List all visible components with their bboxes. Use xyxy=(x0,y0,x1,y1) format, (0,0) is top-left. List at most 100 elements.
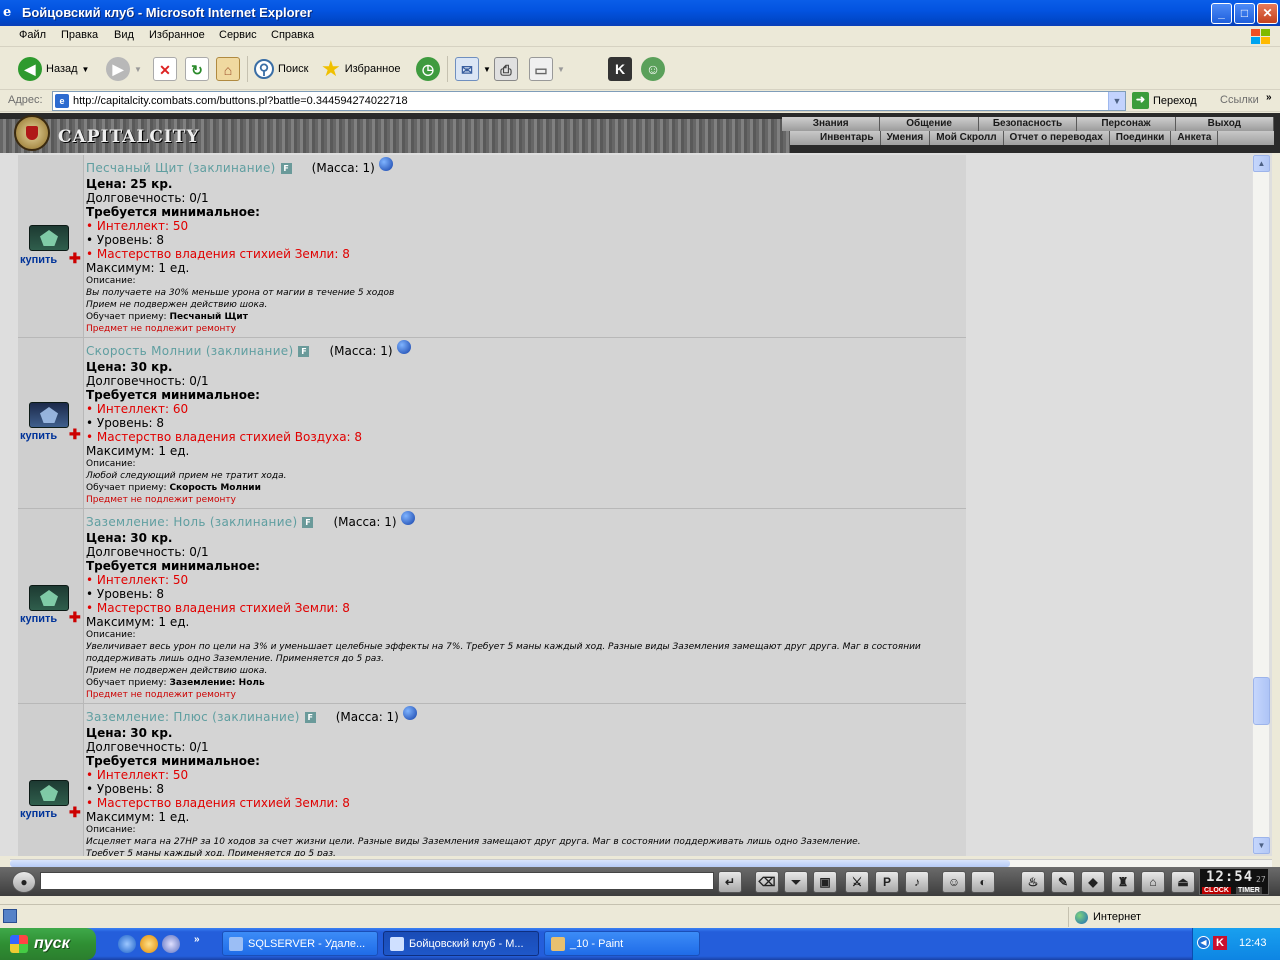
fight-icon[interactable]: ⚔ xyxy=(845,871,869,893)
info-f-icon[interactable]: F xyxy=(302,516,314,528)
tray-clock[interactable]: 12:43 xyxy=(1239,937,1267,949)
title-bar[interactable]: e Бойцовский клуб - Microsoft Internet E… xyxy=(0,0,1280,26)
messenger-button[interactable]: ☺ xyxy=(641,55,665,83)
scroll-icon[interactable]: ✎ xyxy=(1051,871,1075,893)
horizontal-scroll-thumb[interactable] xyxy=(10,860,1010,867)
menu-view[interactable]: Вид xyxy=(114,29,134,41)
refresh-button[interactable]: ↻ xyxy=(185,55,209,83)
globe-icon[interactable] xyxy=(396,340,411,354)
search-button[interactable]: ⚲ Поиск xyxy=(254,55,308,83)
smile-icon[interactable]: ☺ xyxy=(942,871,966,893)
kaspersky-icon[interactable]: K xyxy=(1213,936,1227,950)
stop-button[interactable]: ✕ xyxy=(153,55,177,83)
sound-icon[interactable]: ♪ xyxy=(905,871,929,893)
buy-link[interactable]: купить xyxy=(20,808,57,820)
mail-dropdown-icon[interactable]: ▼ xyxy=(483,65,491,74)
ie-quicklaunch-icon[interactable] xyxy=(118,935,136,953)
map-icon[interactable]: ⌂ xyxy=(1141,871,1165,893)
nav-skills[interactable]: Умения xyxy=(881,131,931,145)
globe-icon[interactable] xyxy=(402,706,417,720)
item-name[interactable]: Заземление: Ноль (заклинание) xyxy=(86,515,297,529)
plus-icon[interactable]: ✚ xyxy=(69,804,81,821)
kaspersky-button[interactable]: K xyxy=(608,55,632,83)
chat-avatar-icon[interactable]: ● xyxy=(12,871,36,893)
task-paint[interactable]: _10 - Paint xyxy=(544,931,700,956)
media-player-icon[interactable] xyxy=(140,935,158,953)
potion-icon[interactable]: ♨ xyxy=(1021,871,1045,893)
mail-button[interactable]: ✉ ▼ xyxy=(455,55,491,83)
menu-file[interactable]: Файл xyxy=(19,29,46,41)
clock-label[interactable]: CLOCK xyxy=(1202,887,1231,894)
info-f-icon[interactable]: F xyxy=(280,162,292,174)
item-name[interactable]: Песчаный Щит (заклинание) xyxy=(86,161,276,175)
tray-expand-icon[interactable]: ◀ xyxy=(1197,936,1210,949)
item-name[interactable]: Заземление: Плюс (заклинание) xyxy=(86,710,300,724)
info-f-icon[interactable]: F xyxy=(298,345,310,357)
start-button[interactable]: пуск xyxy=(0,928,96,960)
links-button[interactable]: Ссылки xyxy=(1220,94,1259,106)
task-fight-club[interactable]: Бойцовский клуб - М... xyxy=(383,931,539,956)
nav-security[interactable]: Безопасность xyxy=(979,117,1078,131)
buy-link[interactable]: купить xyxy=(20,430,57,442)
scroll-down-icon[interactable]: ▼ xyxy=(1253,837,1270,854)
scroll-thumb[interactable] xyxy=(1253,677,1270,725)
globe-icon[interactable] xyxy=(400,511,415,525)
exit-icon[interactable]: ⏏ xyxy=(1171,871,1195,893)
helmet-icon[interactable]: ◐ xyxy=(971,871,995,893)
globe-icon[interactable] xyxy=(378,157,393,171)
nav-profile[interactable]: Анкета xyxy=(1171,131,1219,145)
item-name[interactable]: Скорость Молнии (заклинание) xyxy=(86,344,293,358)
close-button[interactable]: ✕ xyxy=(1257,3,1278,24)
address-dropdown-icon[interactable]: ▼ xyxy=(1108,92,1125,110)
nav-exit[interactable]: Выход xyxy=(1176,117,1275,131)
menu-help[interactable]: Справка xyxy=(271,29,314,41)
forward-button[interactable]: ▶ ▼ xyxy=(106,55,142,83)
chat-input[interactable] xyxy=(40,872,714,890)
nav-knowledge[interactable]: Знания xyxy=(782,117,881,131)
minimize-button[interactable]: _ xyxy=(1211,3,1232,24)
plus-icon[interactable]: ✚ xyxy=(69,426,81,443)
task-sqlserver[interactable]: SQLSERVER - Удале... xyxy=(222,931,378,956)
nav-character[interactable]: Персонаж xyxy=(1077,117,1176,131)
info-f-icon[interactable]: F xyxy=(304,711,316,723)
back-button[interactable]: ◀ Назад ▼ xyxy=(18,55,89,83)
address-url[interactable]: http://capitalcity.combats.com/buttons.p… xyxy=(73,95,408,107)
edit-dropdown-icon[interactable]: ▼ xyxy=(557,65,565,74)
menu-favorites[interactable]: Избранное xyxy=(149,29,205,41)
address-input[interactable]: e http://capitalcity.combats.com/buttons… xyxy=(52,91,1126,111)
home-button[interactable]: ⌂ xyxy=(216,55,240,83)
eraser-icon[interactable]: ⌫ xyxy=(755,871,779,893)
filter-icon[interactable]: ⏷ xyxy=(784,871,808,893)
quicklaunch-more-icon[interactable]: » xyxy=(194,934,200,945)
vertical-scrollbar[interactable]: ▲ ▼ xyxy=(1252,155,1270,854)
character-icon[interactable]: ♜ xyxy=(1111,871,1135,893)
maximize-button[interactable]: □ xyxy=(1234,3,1255,24)
history-button[interactable]: ◷ xyxy=(416,55,440,83)
back-dropdown-icon[interactable]: ▼ xyxy=(82,65,90,74)
plus-icon[interactable]: ✚ xyxy=(69,609,81,626)
go-button[interactable]: ➜ Переход xyxy=(1132,92,1197,109)
save-icon[interactable]: ▣ xyxy=(813,871,837,893)
scroll-up-icon[interactable]: ▲ xyxy=(1253,155,1270,172)
favorites-button[interactable]: ★ Избранное xyxy=(321,55,400,83)
menu-edit[interactable]: Правка xyxy=(61,29,98,41)
nav-my-scroll[interactable]: Мой Скролл xyxy=(930,131,1004,145)
nav-transfers[interactable]: Отчет о переводах xyxy=(1004,131,1110,145)
nav-inventory[interactable]: Инвентарь xyxy=(814,131,881,145)
horizontal-scrollbar[interactable] xyxy=(10,859,1272,867)
forward-dropdown-icon[interactable]: ▼ xyxy=(134,65,142,74)
buy-link[interactable]: купить xyxy=(20,254,57,266)
edit-button[interactable]: ▭ ▼ xyxy=(529,55,565,83)
print-button[interactable]: ⎙ xyxy=(494,55,518,83)
inventory-icon[interactable]: ◆ xyxy=(1081,871,1105,893)
chevron-right-icon[interactable]: » xyxy=(1266,92,1272,103)
plus-icon[interactable]: ✚ xyxy=(69,250,81,267)
buy-link[interactable]: купить xyxy=(20,613,57,625)
nav-communication[interactable]: Общение xyxy=(880,117,979,131)
timer-label[interactable]: TIMER xyxy=(1236,887,1262,894)
menu-tools[interactable]: Сервис xyxy=(219,29,257,41)
pl-icon[interactable]: P xyxy=(875,871,899,893)
nav-battles[interactable]: Поединки xyxy=(1110,131,1172,145)
send-icon[interactable]: ↵ xyxy=(718,871,742,893)
desktop-icon[interactable] xyxy=(162,935,180,953)
